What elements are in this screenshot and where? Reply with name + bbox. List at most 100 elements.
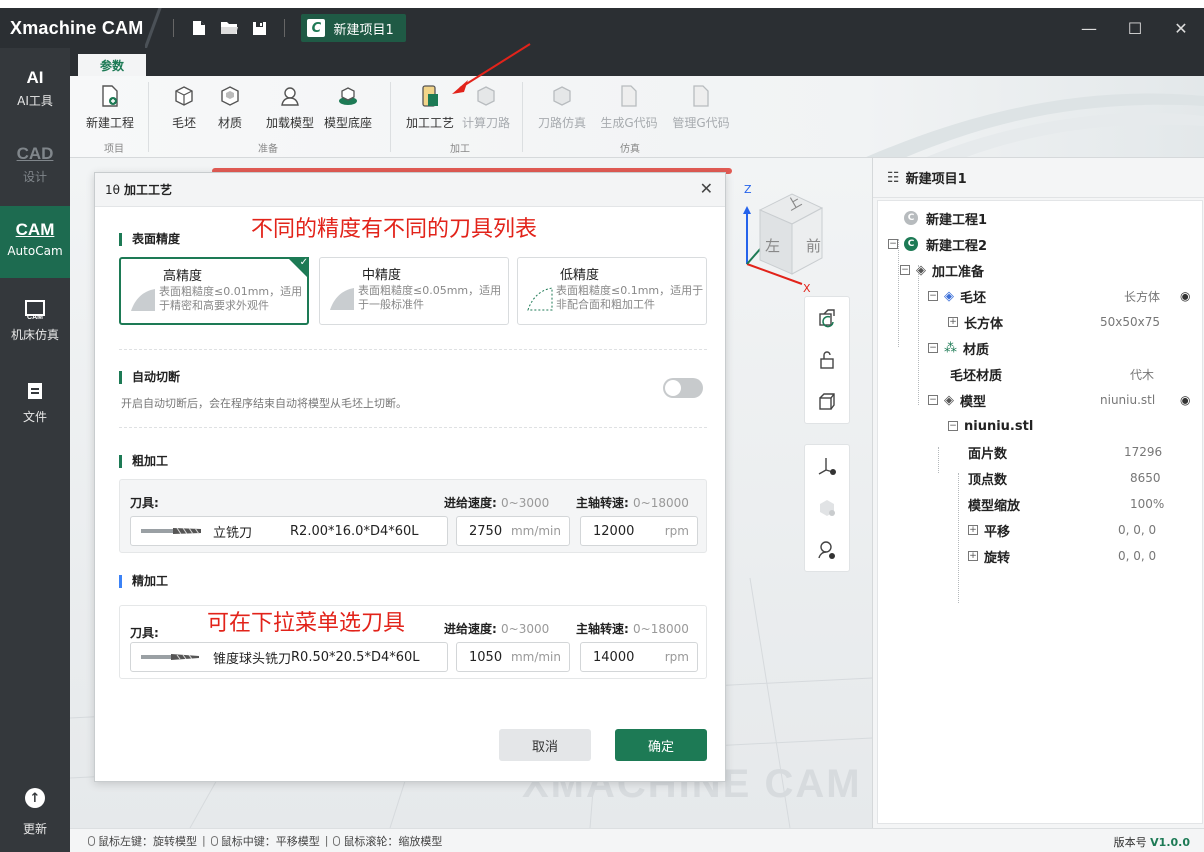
tree-row-blank[interactable]: − ◈ 毛坯 长方体 ◉ bbox=[878, 283, 1202, 309]
rough-spindle-input[interactable]: 12000 rpm bbox=[580, 516, 698, 546]
open-folder-icon[interactable] bbox=[214, 8, 244, 48]
axis-view-button[interactable] bbox=[805, 445, 849, 487]
tree-row-model[interactable]: − ◈ 模型 niuniu.stl ◉ bbox=[878, 387, 1202, 413]
group-machining-label: 加工 bbox=[450, 144, 470, 155]
reset-view-icon bbox=[819, 309, 835, 328]
manage-gcode-button[interactable]: 管理G代码 bbox=[668, 84, 734, 131]
finish-spindle-input[interactable]: 14000 rpm bbox=[580, 642, 698, 672]
collapse-icon[interactable]: − bbox=[900, 265, 910, 275]
model-visibility-icon bbox=[820, 500, 835, 516]
expand-icon[interactable]: + bbox=[968, 551, 978, 561]
rough-feed-input[interactable]: 2750 mm/min bbox=[456, 516, 570, 546]
auto-cut-toggle[interactable] bbox=[663, 378, 703, 398]
confirm-button[interactable]: 确定 bbox=[615, 729, 707, 761]
tree-row-material[interactable]: − ⁂ 材质 bbox=[878, 335, 1202, 361]
manage-gcode-icon bbox=[689, 84, 713, 108]
sidebar-item-file[interactable]: 文件 bbox=[0, 382, 70, 425]
save-icon[interactable] bbox=[244, 8, 274, 48]
tree-row-project2[interactable]: − C 新建工程2 bbox=[888, 231, 1204, 257]
sidebar-item-machine-sim[interactable]: CAM 机床仿真 bbox=[0, 300, 70, 343]
title-separator-2 bbox=[284, 19, 286, 37]
sidebar-item-update[interactable]: ↑ 更新 bbox=[0, 788, 70, 837]
collapse-icon[interactable]: − bbox=[948, 421, 958, 431]
tree-label: 新建工程1 bbox=[926, 212, 988, 228]
collapse-icon[interactable]: − bbox=[928, 343, 938, 353]
cancel-button[interactable]: 取消 bbox=[499, 729, 591, 761]
gen-gcode-button[interactable]: 生成G代码 bbox=[596, 84, 662, 131]
rough-tool-select[interactable]: 立铣刀 R2.00*16.0*D4*60L bbox=[130, 516, 448, 546]
sidebar-item-autocam[interactable]: CAM AutoCam bbox=[0, 206, 70, 278]
tree-row-scale[interactable]: 模型缩放 100% bbox=[878, 491, 1202, 517]
precision-curve-icon bbox=[131, 289, 155, 311]
material-button[interactable]: 材质 bbox=[210, 84, 250, 131]
tree-row-cuboid[interactable]: + 长方体 50x50x75 bbox=[878, 309, 1202, 335]
project-tree: C 新建工程1 − C 新建工程2 − ◈ 加工准备 − ◈ 毛坯 长方体 ◉ … bbox=[877, 200, 1203, 824]
new-project-label: 新建工程 bbox=[85, 116, 134, 130]
ball-mill-icon bbox=[141, 654, 199, 660]
minimize-button[interactable]: — bbox=[1066, 8, 1112, 48]
project-tab[interactable]: C 新建项目1 bbox=[301, 14, 406, 42]
tree-row-project1[interactable]: C 新建工程1 bbox=[904, 205, 1204, 231]
finish-tool-select[interactable]: 锥度球头铣刀 R0.50*20.5*D4*60L bbox=[130, 642, 448, 672]
precision-card-title: 中精度 bbox=[362, 268, 402, 283]
dialog-close-icon[interactable]: ✕ bbox=[700, 179, 713, 198]
tree-value: niuniu.stl bbox=[1100, 393, 1156, 407]
model-visibility-button[interactable] bbox=[805, 487, 849, 529]
dialog-title: 加工工艺 bbox=[123, 183, 172, 197]
blank-button[interactable]: 毛坯 bbox=[156, 84, 212, 131]
sidebar-item-cad[interactable]: CAD 设计 bbox=[0, 144, 70, 185]
tab-parameters[interactable]: 参数 bbox=[78, 54, 146, 76]
visibility-eye-icon[interactable]: ◉ bbox=[1180, 393, 1190, 407]
sidebar-item-ai[interactable]: AI AI工具 bbox=[0, 68, 70, 109]
tree-row-blank-material[interactable]: 毛坯材质 代木 bbox=[878, 361, 1202, 387]
status-wheel: 鼠标滚轮：缩放模型 bbox=[343, 834, 443, 848]
annotation-arrow bbox=[452, 43, 531, 94]
collapse-icon[interactable]: − bbox=[888, 239, 898, 249]
new-file-icon[interactable] bbox=[184, 8, 214, 48]
tree-row-faces[interactable]: 面片数 17296 bbox=[878, 439, 1202, 465]
reset-view-button[interactable] bbox=[805, 297, 849, 339]
machine-sim-icon: CAM bbox=[0, 300, 70, 322]
load-model-button[interactable]: 加载模型 bbox=[260, 84, 320, 131]
tree-value: 0, 0, 0 bbox=[1118, 549, 1157, 563]
material-tree-icon: ⁂ bbox=[944, 340, 957, 356]
tree-row-rotate[interactable]: + 旋转 0, 0, 0 bbox=[878, 543, 1202, 569]
precision-card-low[interactable]: 低精度 表面粗糙度≤0.1mm，适用于非配合面和粗加工件 bbox=[517, 257, 707, 325]
finish-feed-header: 进给速度: 0~3000 bbox=[444, 620, 549, 637]
section-divider bbox=[119, 349, 707, 350]
sidebar-update-label: 更新 bbox=[22, 822, 47, 836]
title-bar: Xmachine CAM C 新建项目1 — ☐ ✕ bbox=[0, 8, 1204, 48]
collapse-icon[interactable]: − bbox=[928, 291, 938, 301]
lock-view-button[interactable] bbox=[805, 339, 849, 381]
path-sim-button[interactable]: 刀路仿真 bbox=[532, 84, 592, 131]
status-separator: | bbox=[324, 834, 329, 847]
logo-slash-decoration bbox=[145, 8, 164, 48]
new-project-button[interactable]: 新建工程 bbox=[82, 84, 138, 131]
tree-label: 模型 bbox=[960, 394, 987, 410]
mouse-icon bbox=[210, 835, 218, 846]
tree-row-prep[interactable]: − ◈ 加工准备 bbox=[900, 257, 1204, 283]
precision-card-medium[interactable]: 中精度 表面粗糙度≤0.05mm，适用于一般标准件 bbox=[319, 257, 509, 325]
process-dialog: 1θ 加工工艺 ✕ 不同的精度有不同的刀具列表 表面精度 高精度 表面粗糙度≤0… bbox=[94, 172, 726, 782]
maximize-button[interactable]: ☐ bbox=[1112, 8, 1158, 48]
finish-feed-input[interactable]: 1050 mm/min bbox=[456, 642, 570, 672]
model-base-button[interactable]: 模型底座 bbox=[318, 84, 378, 131]
rough-spindle-value: 12000 bbox=[593, 523, 635, 539]
cam-icon: CAM bbox=[15, 220, 55, 239]
expand-icon[interactable]: + bbox=[968, 525, 978, 535]
expand-icon[interactable]: + bbox=[948, 317, 958, 327]
status-separator: | bbox=[202, 834, 206, 847]
surface-section-title: 表面精度 bbox=[119, 233, 180, 246]
tree-row-translate[interactable]: + 平移 0, 0, 0 bbox=[878, 517, 1202, 543]
box-view-button[interactable] bbox=[805, 381, 849, 423]
tree-row-stl[interactable]: − niuniu.stl bbox=[878, 413, 1202, 439]
rough-tool-box: 刀具: 进给速度: 0~3000 主轴转速: 0~18000 立铣刀 R2.00… bbox=[119, 479, 707, 553]
close-window-button[interactable]: ✕ bbox=[1158, 8, 1204, 48]
person-view-button[interactable] bbox=[805, 529, 849, 571]
cube-left-face: 左 bbox=[765, 237, 781, 255]
visibility-eye-icon[interactable]: ◉ bbox=[1180, 289, 1190, 303]
collapse-icon[interactable]: − bbox=[928, 395, 938, 405]
precision-card-high[interactable]: 高精度 表面粗糙度≤0.01mm，适用于精密和高要求外观件 ✓ bbox=[119, 257, 309, 325]
tree-row-vertices[interactable]: 顶点数 8650 bbox=[878, 465, 1202, 491]
left-sidebar: AI AI工具 CAD 设计 CAM AutoCam CAM 机床仿真 文件 ↑… bbox=[0, 48, 70, 852]
